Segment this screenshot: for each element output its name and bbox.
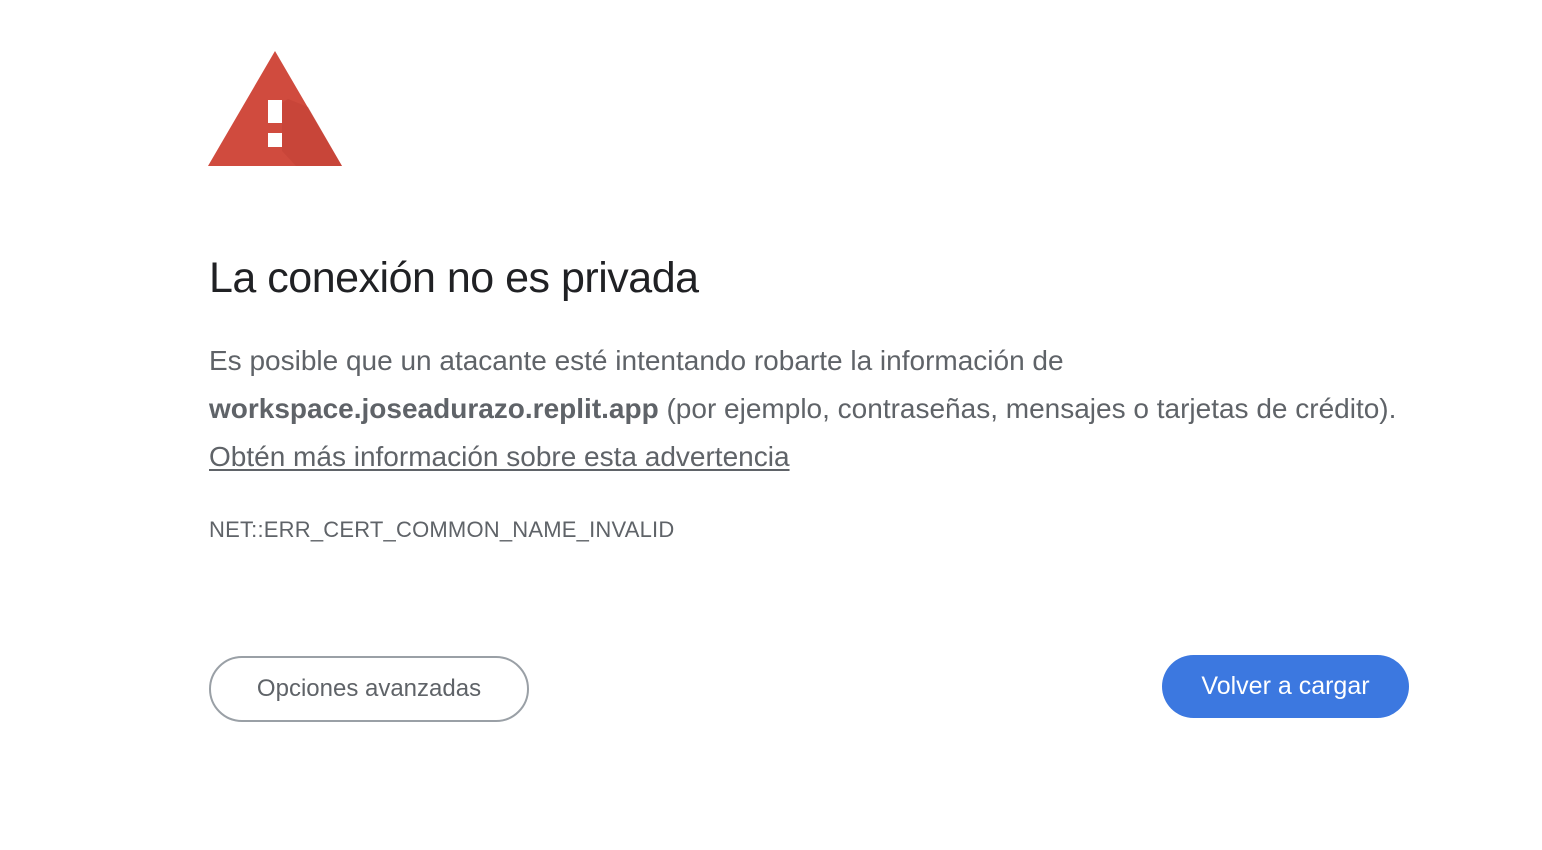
error-code: NET::ERR_CERT_COMMON_NAME_INVALID (209, 517, 675, 542)
warning-triangle-icon (208, 51, 342, 166)
reload-button[interactable]: Volver a cargar (1162, 655, 1409, 718)
page-title: La conexión no es privada (209, 254, 699, 302)
hostname: workspace.joseadurazo.replit.app (209, 393, 659, 424)
message-text-end: (por ejemplo, contraseñas, mensajes o ta… (658, 393, 1397, 424)
learn-more-link[interactable]: Obtén más información sobre esta adverte… (209, 441, 790, 472)
message-text-start: Es posible que un atacante esté intentan… (209, 345, 1064, 376)
main-message: Es posible que un atacante esté intentan… (209, 337, 1419, 481)
advanced-options-button[interactable]: Opciones avanzadas (209, 656, 529, 722)
